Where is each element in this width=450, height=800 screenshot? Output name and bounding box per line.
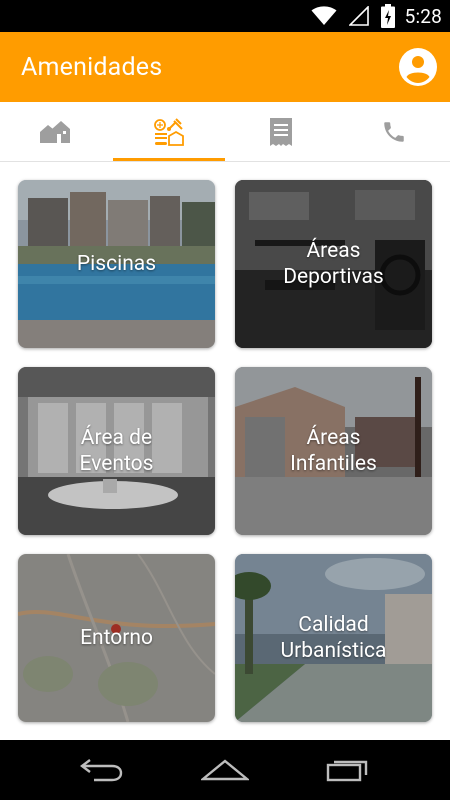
card-label: Áreas Infantiles bbox=[290, 426, 377, 476]
houses-icon bbox=[40, 120, 71, 143]
amenities-icon bbox=[153, 117, 184, 146]
tab-documents[interactable] bbox=[225, 102, 338, 161]
phone-icon bbox=[384, 121, 404, 142]
app-bar: Amenidades bbox=[0, 32, 450, 102]
card-areas-infantiles[interactable]: Áreas Infantiles bbox=[235, 367, 432, 535]
page-title: Amenidades bbox=[21, 52, 163, 82]
wifi-icon bbox=[311, 6, 337, 26]
tab-contact[interactable] bbox=[338, 102, 450, 161]
battery-charging-icon bbox=[380, 4, 395, 28]
status-time: 5:28 bbox=[404, 4, 442, 28]
app-screen: 5:28 Amenidades Piscinas Áreas Deportiva… bbox=[0, 0, 450, 800]
home-icon bbox=[200, 759, 249, 781]
home-button[interactable] bbox=[190, 748, 260, 792]
back-icon bbox=[79, 759, 122, 782]
recents-icon bbox=[327, 760, 368, 782]
card-label: Área de Eventos bbox=[79, 426, 154, 476]
receipt-icon bbox=[270, 117, 293, 146]
card-label: Áreas Deportivas bbox=[283, 239, 384, 289]
card-calidad-urbanistica[interactable]: Calidad Urbanística bbox=[235, 554, 432, 722]
tab-amenities[interactable] bbox=[112, 102, 226, 161]
card-piscinas[interactable]: Piscinas bbox=[18, 180, 215, 348]
account-circle-icon bbox=[399, 48, 437, 86]
recents-button[interactable] bbox=[313, 748, 383, 792]
status-bar: 5:28 bbox=[0, 0, 450, 32]
signal-icon bbox=[348, 6, 369, 26]
card-label: Calidad Urbanística bbox=[280, 613, 387, 663]
navigation-bar bbox=[0, 740, 450, 800]
card-area-eventos[interactable]: Área de Eventos bbox=[18, 367, 215, 535]
back-button[interactable] bbox=[67, 748, 137, 792]
card-areas-deportivas[interactable]: Áreas Deportivas bbox=[235, 180, 432, 348]
card-label: Entorno bbox=[80, 626, 153, 650]
card-entorno[interactable]: Entorno bbox=[18, 554, 215, 722]
card-label: Piscinas bbox=[76, 252, 157, 276]
tab-bar bbox=[0, 102, 450, 162]
tab-home[interactable] bbox=[0, 102, 113, 161]
profile-button[interactable] bbox=[398, 47, 438, 87]
